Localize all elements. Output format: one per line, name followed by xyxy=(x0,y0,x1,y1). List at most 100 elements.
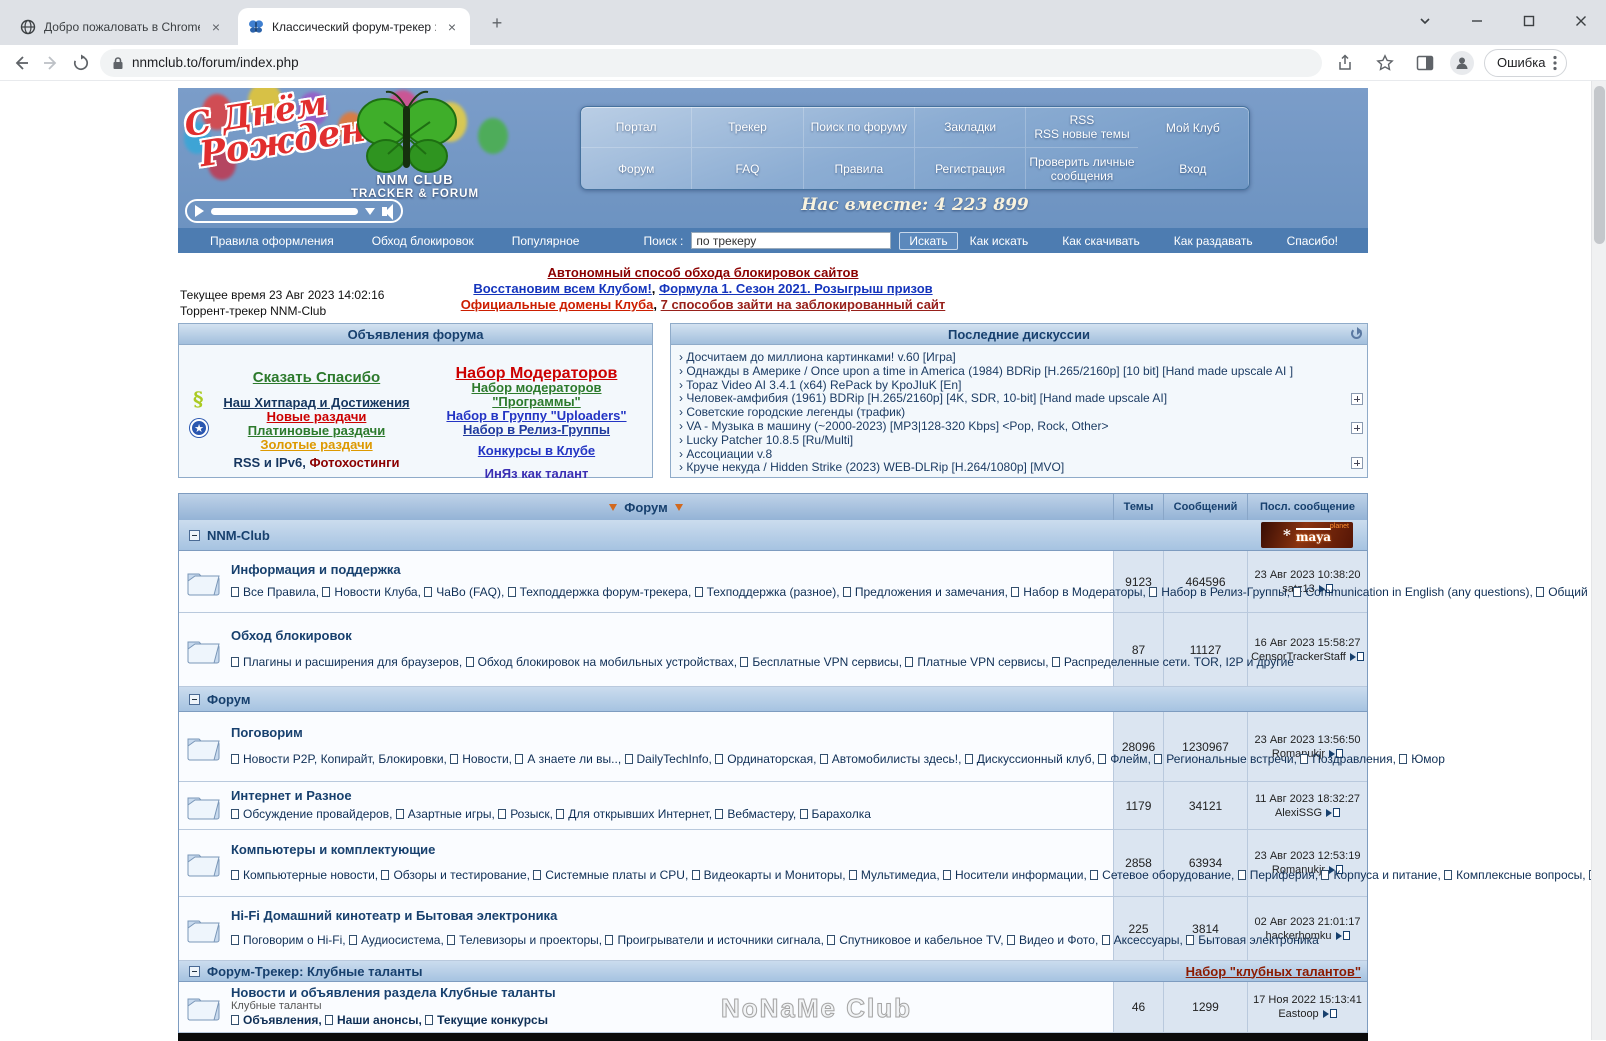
official-domains-link[interactable]: Официальные домены Клуба xyxy=(461,297,654,312)
refresh-icon[interactable] xyxy=(1351,328,1362,339)
subforum-link[interactable]: Плагины и расширения для браузеров xyxy=(243,655,459,669)
rss-ipv6-link[interactable]: RSS и IPv6, xyxy=(234,455,306,470)
subforum-link[interactable]: Платные VPN сервисы xyxy=(917,655,1045,669)
last-post-user[interactable]: Eastoop xyxy=(1278,1008,1318,1020)
goto-post-icon[interactable] xyxy=(1326,806,1340,820)
subforum-link[interactable]: Системные платы и CPU xyxy=(545,868,685,882)
subforum-link[interactable]: Обзоры и тестирование xyxy=(393,868,526,882)
bypass-link[interactable]: Автономный способ обхода блокировок сайт… xyxy=(548,265,859,280)
menu-item[interactable]: Правила xyxy=(804,148,915,189)
address-bar[interactable]: nnmclub.to/forum/index.php xyxy=(100,49,1322,77)
subforum-link[interactable]: Для открывших Интернет xyxy=(568,807,708,821)
subnav-link[interactable]: Как раздавать xyxy=(1174,234,1253,248)
discussion-link[interactable]: Человек-амфибия (1961) BDRip [H.265/2160… xyxy=(686,392,1167,405)
discussion-link[interactable]: Lucky Patcher 10.8.5 [Ru/Multi] xyxy=(686,434,853,447)
subforum-link[interactable]: Юмор xyxy=(1411,752,1445,766)
forum-link[interactable]: Hi-Fi Домашний кинотеатр и Бытовая элект… xyxy=(231,908,1107,923)
say-thanks-link[interactable]: Сказать Спасибо xyxy=(194,371,439,385)
sort-arrow-icon[interactable] xyxy=(609,504,617,511)
category-link[interactable]: Форум xyxy=(207,692,250,707)
volume-icon[interactable] xyxy=(382,207,387,216)
new-tab-button[interactable]: + xyxy=(487,13,507,33)
share-icon[interactable] xyxy=(1330,48,1360,78)
subforum-link[interactable]: Корпуса и питание xyxy=(1333,868,1437,882)
subforum-link[interactable]: Бытовая электроника xyxy=(1198,933,1319,947)
close-tab-icon[interactable]: × xyxy=(444,19,460,35)
subforum-link[interactable]: А знаете ли вы.. xyxy=(527,752,618,766)
expand-button[interactable] xyxy=(1351,393,1363,405)
forward-button[interactable] xyxy=(36,48,66,78)
subforum-link[interactable]: Проигрыватели и источники сигнала xyxy=(617,933,820,947)
subnav-link[interactable]: Как искать xyxy=(970,234,1029,248)
platinum-link[interactable]: Платиновые раздачи xyxy=(194,424,439,438)
close-window-button[interactable] xyxy=(1570,10,1592,32)
subforum-link[interactable]: Текущие конкурсы xyxy=(437,1013,548,1027)
subnav-link[interactable]: Правила оформления xyxy=(210,234,334,248)
search-input[interactable] xyxy=(691,232,891,249)
discussion-link[interactable]: VA - Музыка в машину (~2000-2023) [MP3|1… xyxy=(686,420,1108,433)
back-button[interactable] xyxy=(6,48,36,78)
scrollbar[interactable] xyxy=(1591,81,1606,1040)
last-post-user[interactable]: AlexiSSG xyxy=(1275,807,1322,819)
subforum-link[interactable]: Сетевое оборудование xyxy=(1102,868,1231,882)
menu-item[interactable]: Мой Клуб xyxy=(1138,107,1249,148)
forum-link[interactable]: Обход блокировок xyxy=(231,628,1107,643)
photohosting-link[interactable]: Фотохостинги xyxy=(309,455,399,470)
uploaders-link[interactable]: Набор в Группу "Uploaders" xyxy=(429,409,644,423)
subforum-link[interactable]: Мультимедиа xyxy=(861,868,936,882)
chrome-menu-button[interactable]: Ошибка xyxy=(1484,49,1567,77)
subforum-link[interactable]: Вебмастеру xyxy=(727,807,792,821)
subforum-link[interactable]: Объявления xyxy=(243,1013,318,1027)
subforum-link[interactable]: Набор в Модераторы xyxy=(1023,585,1142,599)
menu-item[interactable]: FAQ xyxy=(692,148,803,189)
collapse-icon[interactable] xyxy=(189,694,200,705)
forum-link[interactable]: Информация и поддержка xyxy=(231,562,1107,577)
release-groups-link[interactable]: Набор в Релиз-Группы xyxy=(429,423,644,437)
subforum-link[interactable]: Ординаторская xyxy=(727,752,813,766)
subforum-link[interactable]: Техподдержка (разное) xyxy=(707,585,837,599)
subforum-link[interactable]: Распределенные сети. TOR, I2P и другие xyxy=(1064,655,1294,669)
talents-recruit-link[interactable]: Набор "клубных талантов" xyxy=(1186,964,1361,979)
subforum-link[interactable]: Набор в Релиз-Группы xyxy=(1161,585,1287,599)
discussion-link[interactable]: Круче некуда / Hidden Strike (2023) WEB-… xyxy=(686,461,1064,474)
discussion-link[interactable]: Досчитаем до миллиона картинками! v.60 [… xyxy=(686,351,955,364)
subforum-link[interactable]: Региональные встречи xyxy=(1166,752,1293,766)
subforum-link[interactable]: Автомобилисты здесь! xyxy=(832,752,958,766)
subforum-link[interactable]: Комплексные вопросы xyxy=(1456,868,1582,882)
subforum-link[interactable]: Обсуждение провайдеров xyxy=(243,807,389,821)
side-panel-icon[interactable] xyxy=(1410,48,1440,78)
subforum-link[interactable]: Видеокарты и Мониторы xyxy=(704,868,843,882)
expand-button[interactable] xyxy=(1351,457,1363,469)
reload-button[interactable] xyxy=(66,48,96,78)
subforum-link[interactable]: Дискуссионный клуб xyxy=(977,752,1092,766)
search-button[interactable]: Искать xyxy=(899,232,957,250)
chevron-down-icon[interactable] xyxy=(1414,10,1436,32)
subforum-link[interactable]: Видео и Фото xyxy=(1019,933,1095,947)
discussion-link[interactable]: Ассоциации v.8 xyxy=(686,448,772,461)
subforum-link[interactable]: Предложения и замечания xyxy=(855,585,1005,599)
gold-link[interactable]: Золотые раздачи xyxy=(194,438,439,452)
subforum-link[interactable]: Спутниковое и кабельное TV xyxy=(839,933,1000,947)
menu-item[interactable]: Форум xyxy=(581,148,692,189)
subforum-link[interactable]: Аудиосистема xyxy=(361,933,441,947)
subforum-link[interactable]: Бесплатные VPN сервисы xyxy=(752,655,898,669)
blocked-site-link[interactable]: 7 способов зайти на заблокированный сайт xyxy=(661,297,946,312)
hitparade-link[interactable]: Наш Хитпарад и Достижения xyxy=(194,396,439,410)
menu-item[interactable]: RSS RSS новые темы xyxy=(1026,107,1137,148)
formula1-link[interactable]: Формула 1. Сезон 2021. Розыгрыш призов xyxy=(659,281,933,296)
subforum-link[interactable]: Носители информации xyxy=(955,868,1083,882)
lock-icon[interactable] xyxy=(112,56,124,70)
playlist-dropdown-icon[interactable] xyxy=(365,208,375,215)
forum-link[interactable]: Компьютеры и комплектующие xyxy=(231,842,1107,857)
subforum-link[interactable]: Техподдержка форум-трекера xyxy=(520,585,688,599)
subforum-link[interactable]: Розыск xyxy=(510,807,549,821)
tab-welcome-chrome[interactable]: Добро пожаловать в Chrome! × xyxy=(10,8,234,45)
subforum-link[interactable]: Телевизоры и проекторы xyxy=(459,933,599,947)
forum-link[interactable]: Поговорим xyxy=(231,725,1107,740)
profile-avatar[interactable] xyxy=(1450,51,1474,75)
menu-item[interactable]: Поиск по форуму xyxy=(804,107,915,148)
subforum-link[interactable]: Поздравления xyxy=(1312,752,1392,766)
collapse-icon[interactable] xyxy=(189,966,200,977)
menu-item[interactable]: Вход xyxy=(1138,148,1249,189)
subforum-link[interactable]: Обход блокировок на мобильных устройства… xyxy=(478,655,734,669)
